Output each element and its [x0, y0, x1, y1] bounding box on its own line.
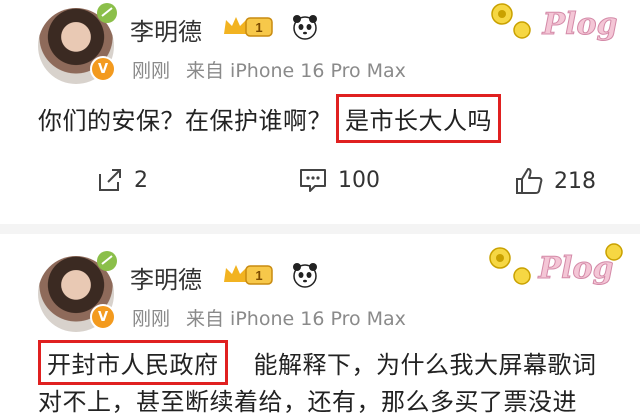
comment-icon: [300, 169, 326, 192]
username[interactable]: 李明德: [130, 12, 202, 47]
avatar[interactable]: V: [38, 3, 117, 84]
like-button[interactable]: 218: [514, 166, 596, 196]
verified-badge-icon: V: [90, 304, 116, 330]
post-time: 刚刚: [132, 60, 171, 82]
divider: [0, 224, 640, 234]
post-meta: 刚刚 来自 iPhone 16 Pro Max: [132, 304, 406, 331]
comment-count: 100: [338, 167, 380, 193]
plog-sticker-icon: Plog: [489, 243, 623, 287]
post-text-line: 对不上，甚至断续着给，还有，那么多买了票没进: [38, 388, 577, 416]
post-content: 开封市人民政府 能解释下，为什么我大屏幕歌词: [38, 340, 597, 385]
post-content: 你们的安保？在保护谁啊？ 是市长大人吗: [38, 94, 501, 143]
leaf-decoration-icon: [97, 251, 117, 271]
leaf-decoration-icon: [97, 3, 117, 23]
post-text: 能解释下，为什么我大屏幕歌词: [253, 351, 597, 379]
like-count: 218: [554, 168, 596, 194]
highlighted-text: 开封市人民政府: [38, 340, 228, 385]
post-source: 来自 iPhone 16 Pro Max: [186, 308, 406, 330]
panda-badge-icon: [293, 15, 317, 40]
comment-button[interactable]: 100: [298, 166, 380, 194]
vip-crown-badge-icon: 1: [224, 17, 273, 37]
share-icon: [99, 169, 121, 191]
share-button[interactable]: 2: [96, 166, 148, 194]
post-source: 来自 iPhone 16 Pro Max: [186, 60, 406, 82]
highlighted-text: 是市长大人吗: [336, 94, 501, 143]
avatar[interactable]: V: [38, 251, 117, 332]
svg-text:1: 1: [255, 268, 262, 283]
plog-text: Plog: [542, 7, 618, 42]
vip-crown-badge-icon: 1: [224, 265, 273, 285]
panda-badge-icon: [293, 263, 317, 288]
post-time: 刚刚: [132, 308, 171, 330]
thumbs-up-icon: [516, 168, 543, 194]
username[interactable]: 李明德: [130, 260, 202, 295]
verified-badge-icon: V: [90, 56, 116, 82]
post-text: 你们的安保？在保护谁啊？: [38, 107, 332, 135]
plog-sticker-icon: Plog: [491, 3, 618, 43]
plog-text: Plog: [538, 251, 614, 286]
post-meta: 刚刚 来自 iPhone 16 Pro Max: [132, 56, 406, 83]
share-count: 2: [134, 167, 148, 193]
svg-text:1: 1: [255, 20, 262, 35]
